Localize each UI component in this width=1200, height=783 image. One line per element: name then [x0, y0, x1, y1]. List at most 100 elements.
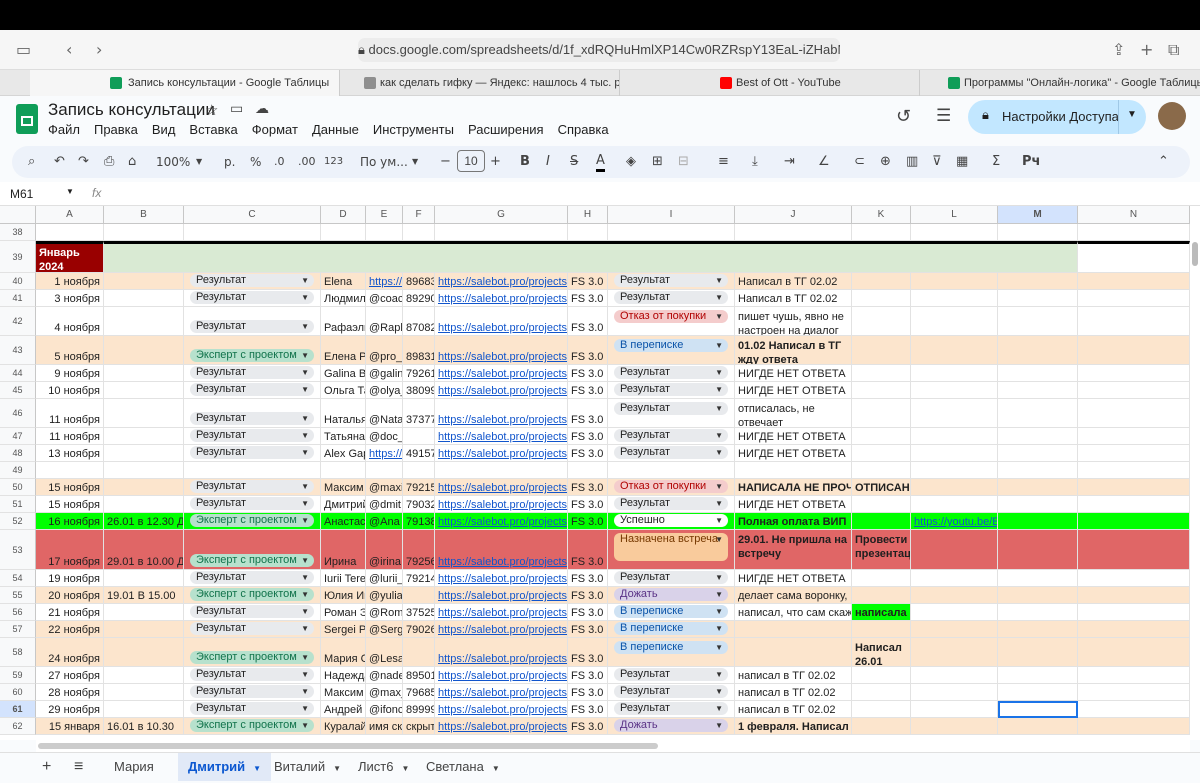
month-header-cell[interactable]: Январь 2024: [36, 241, 104, 273]
add-sheet-icon[interactable]: +: [32, 753, 61, 781]
chevron-down-icon[interactable]: ▼: [253, 764, 261, 773]
cell-c-42[interactable]: Результат ▼: [184, 307, 321, 336]
cell-n-44[interactable]: [1078, 365, 1190, 382]
cell-k-62[interactable]: [852, 718, 911, 735]
cell-l-60[interactable]: [911, 684, 998, 701]
cell-m-59[interactable]: [998, 667, 1078, 684]
status-dropdown-chip[interactable]: Результат ▼: [614, 291, 728, 304]
cell-n-58[interactable]: [1078, 638, 1190, 667]
cell-i-58[interactable]: В переписке ▼: [608, 638, 735, 667]
cell-b-59[interactable]: [104, 667, 184, 684]
cell-m-44[interactable]: [998, 365, 1078, 382]
cell-i-56[interactable]: В переписке ▼: [608, 604, 735, 621]
row-header[interactable]: 56: [0, 604, 36, 621]
cell-e-49[interactable]: [366, 462, 403, 479]
cell-h-58[interactable]: FS 3.0: [568, 638, 608, 667]
cell-m-60[interactable]: [998, 684, 1078, 701]
increase-decimal-button[interactable]: .00: [298, 152, 316, 172]
cell-d-43[interactable]: Елена Ре: [321, 336, 366, 365]
cell-c-48[interactable]: Результат ▼: [184, 445, 321, 462]
cell-g-57[interactable]: https://salebot.pro/projects/2: [435, 621, 568, 638]
cell-i-55[interactable]: Дожать ▼: [608, 587, 735, 604]
cell-i-60[interactable]: Результат ▼: [608, 684, 735, 701]
cell-b-44[interactable]: [104, 365, 184, 382]
cell-m-52[interactable]: [998, 513, 1078, 530]
row-header[interactable]: 40: [0, 273, 36, 290]
menu-item[interactable]: Файл: [48, 122, 80, 137]
cell-a-45[interactable]: 10 ноября: [36, 382, 104, 399]
cell-b-57[interactable]: [104, 621, 184, 638]
cell-n-61[interactable]: [1078, 701, 1190, 718]
chevron-down-icon[interactable]: ▼: [301, 685, 309, 698]
cell-h-62[interactable]: FS 3.0: [568, 718, 608, 735]
cell-n-42[interactable]: [1078, 307, 1190, 336]
status-dropdown-chip[interactable]: Эксперт с проектом ▼: [190, 588, 314, 601]
tabs-overview-icon[interactable]: ⧉: [1168, 40, 1179, 60]
chevron-down-icon[interactable]: ▼: [196, 152, 202, 172]
cell-e-55[interactable]: @yulia: [366, 587, 403, 604]
cell-j-54[interactable]: НИГДЕ НЕТ ОТВЕТА: [735, 570, 852, 587]
column-header-B[interactable]: B: [104, 206, 184, 224]
cell-k-42[interactable]: [852, 307, 911, 336]
chevron-down-icon[interactable]: ▼: [715, 446, 723, 459]
cell-k-40[interactable]: [852, 273, 911, 290]
cell-j-58[interactable]: [735, 638, 852, 667]
cell-h-42[interactable]: FS 3.0: [568, 307, 608, 336]
cell-a-52[interactable]: 16 ноября: [36, 513, 104, 530]
cell-c-52[interactable]: Эксперт с проектом ▼: [184, 513, 321, 530]
font-size-increase-button[interactable]: +: [490, 152, 501, 172]
status-dropdown-chip[interactable]: Результат ▼: [614, 402, 728, 415]
cell-f-62[interactable]: скрыт: [403, 718, 435, 735]
status-dropdown-chip[interactable]: Эксперт с проектом ▼: [190, 514, 314, 527]
chevron-down-icon[interactable]: ▼: [401, 764, 409, 773]
chevron-down-icon[interactable]: ▼: [301, 366, 309, 379]
cell-k-60[interactable]: [852, 684, 911, 701]
cell-a-59[interactable]: 27 ноября: [36, 667, 104, 684]
cell-d-40[interactable]: Elena: [321, 273, 366, 290]
cell-f-60[interactable]: 79685: [403, 684, 435, 701]
cell-j-48[interactable]: НИГДЕ НЕТ ОТВЕТА: [735, 445, 852, 462]
all-sheets-icon[interactable]: ≡: [64, 753, 93, 781]
cell-a-46[interactable]: 11 ноября: [36, 399, 104, 428]
fill-color-icon[interactable]: ◈: [626, 152, 636, 172]
cell-g-55[interactable]: https://salebot.pro/projects/2: [435, 587, 568, 604]
chevron-down-icon[interactable]: ▼: [301, 571, 309, 584]
status-dropdown-chip[interactable]: Результат ▼: [614, 274, 728, 287]
status-dropdown-chip[interactable]: Дожать ▼: [614, 719, 728, 732]
cell-f-41[interactable]: 89290: [403, 290, 435, 307]
status-dropdown-chip[interactable]: Результат ▼: [190, 571, 314, 584]
cell-i-45[interactable]: Результат ▼: [608, 382, 735, 399]
cell-m-38[interactable]: [998, 224, 1078, 241]
sheet-tab[interactable]: Светлана ▼: [416, 753, 510, 781]
chevron-down-icon[interactable]: ▼: [412, 152, 418, 172]
cell-d-52[interactable]: Анастас: [321, 513, 366, 530]
status-dropdown-chip[interactable]: В переписке ▼: [614, 605, 728, 618]
borders-icon[interactable]: ⊞: [652, 152, 663, 172]
cell-h-50[interactable]: FS 3.0: [568, 479, 608, 496]
cell-i-49[interactable]: [608, 462, 735, 479]
chevron-down-icon[interactable]: ▼: [715, 702, 723, 715]
text-wrap-icon[interactable]: ⇥: [784, 152, 795, 172]
column-header-C[interactable]: C: [184, 206, 321, 224]
browser-tab-2[interactable]: как сделать гифку — Яндекс: нашлось 4 ты…: [340, 70, 620, 96]
cell-l-47[interactable]: [911, 428, 998, 445]
status-dropdown-chip[interactable]: Результат ▼: [614, 446, 728, 459]
cell-j-49[interactable]: [735, 462, 852, 479]
cell-e-48[interactable]: https://: [366, 445, 403, 462]
cell-i-59[interactable]: Результат ▼: [608, 667, 735, 684]
cell-h-53[interactable]: FS 3.0: [568, 530, 608, 570]
row-header[interactable]: 41: [0, 290, 36, 307]
cell-b-40[interactable]: [104, 273, 184, 290]
cell-l-49[interactable]: [911, 462, 998, 479]
percent-button[interactable]: %: [250, 152, 261, 172]
chevron-down-icon[interactable]: ▼: [715, 571, 723, 584]
column-header-K[interactable]: K: [852, 206, 911, 224]
chevron-down-icon[interactable]: ▼: [715, 685, 723, 698]
star-icon[interactable]: ☆: [205, 101, 218, 119]
cell-f-38[interactable]: [403, 224, 435, 241]
cell-n-62[interactable]: [1078, 718, 1190, 735]
chevron-down-icon[interactable]: ▼: [301, 480, 309, 493]
chevron-down-icon[interactable]: ▼: [301, 668, 309, 681]
cell-f-55[interactable]: [403, 587, 435, 604]
cell-d-49[interactable]: [321, 462, 366, 479]
